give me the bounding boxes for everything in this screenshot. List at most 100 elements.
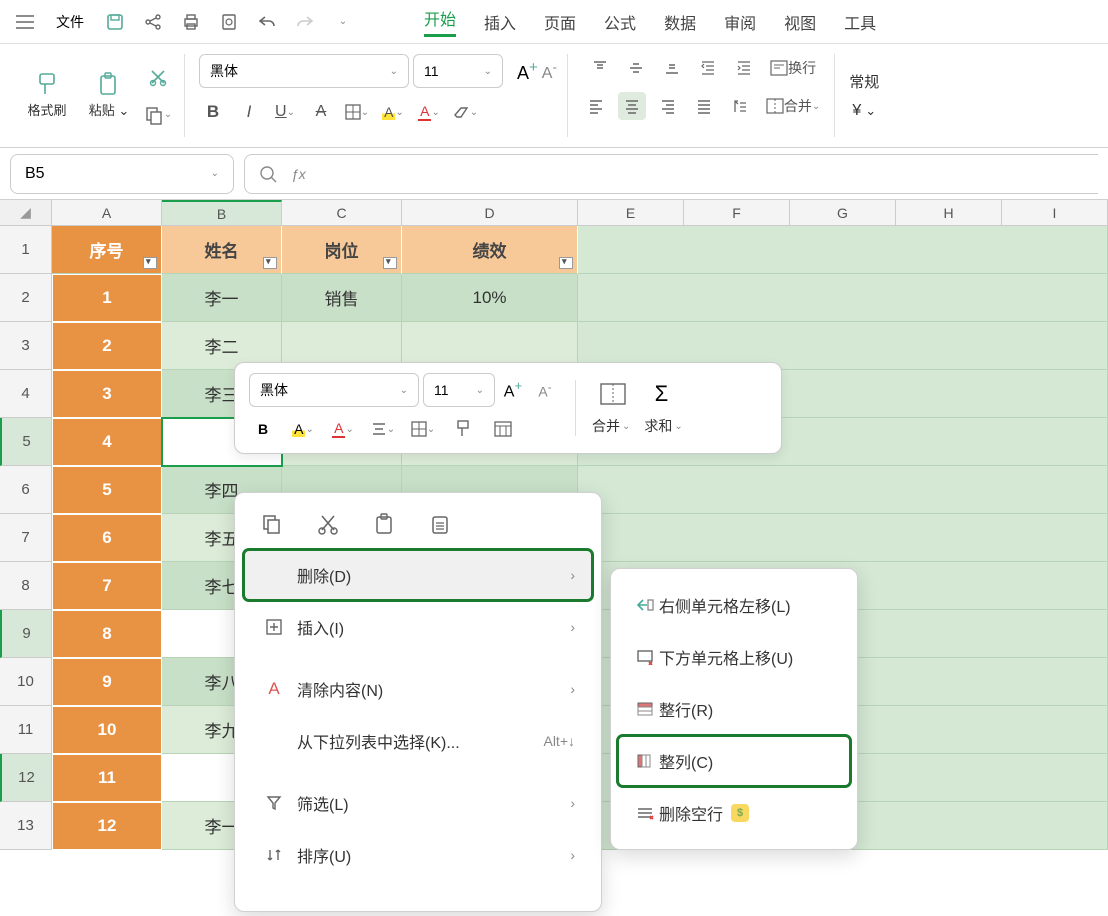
mini-border-icon[interactable]: ⌄ — [409, 415, 437, 443]
cell-A12[interactable]: 11 — [52, 754, 162, 802]
row-header-8[interactable]: 8 — [0, 562, 52, 610]
save-icon[interactable] — [98, 5, 132, 39]
col-header-B[interactable]: B — [162, 200, 282, 226]
filter-button-icon[interactable] — [559, 257, 573, 269]
eraser-icon[interactable]: ⌄ — [451, 98, 479, 126]
sub-shift-left[interactable]: 右侧单元格左移(L) — [617, 579, 851, 631]
mini-merge-icon[interactable] — [599, 380, 627, 408]
cell-A4[interactable]: 3 — [52, 370, 162, 418]
cell-empty[interactable] — [578, 226, 1108, 274]
mini-bold-icon[interactable]: B — [249, 415, 277, 443]
zoom-icon[interactable] — [259, 165, 277, 183]
ctx-paste-special-icon[interactable] — [425, 509, 455, 539]
mini-increase-font-icon[interactable]: A+ — [499, 376, 527, 404]
cell-C2[interactable]: 销售 — [282, 274, 402, 322]
print-icon[interactable] — [174, 5, 208, 39]
row-header-4[interactable]: 4 — [0, 370, 52, 418]
wrap-text-button[interactable]: 换行 — [766, 54, 820, 82]
strikethrough-icon[interactable]: A — [307, 98, 335, 126]
row-header-2[interactable]: 2 — [0, 274, 52, 322]
row-header-12[interactable]: 12 — [0, 754, 52, 802]
cell-A11[interactable]: 10 — [52, 706, 162, 754]
ctx-filter[interactable]: 筛选(L) › — [243, 777, 593, 829]
cell-A7[interactable]: 6 — [52, 514, 162, 562]
row-header-5[interactable]: 5 — [0, 418, 52, 466]
ctx-delete[interactable]: 删除(D) › — [243, 549, 593, 601]
align-center-icon[interactable] — [618, 92, 646, 120]
cell-A13[interactable]: 12 — [52, 802, 162, 850]
cell-B1[interactable]: 姓名 — [162, 226, 282, 274]
mini-merge-button[interactable]: 合并⌄ — [592, 416, 630, 436]
tab-start[interactable]: 开始 — [424, 6, 456, 37]
filter-button-icon[interactable] — [383, 257, 397, 269]
cell-A2[interactable]: 1 — [52, 274, 162, 322]
ctx-cut-icon[interactable] — [313, 509, 343, 539]
col-header-G[interactable]: G — [790, 200, 896, 226]
font-size-select[interactable]: 11⌄ — [413, 54, 503, 88]
mini-autosum-icon[interactable]: Σ — [647, 380, 675, 408]
decrease-indent-icon[interactable] — [694, 54, 722, 82]
cell-A3[interactable]: 2 — [52, 322, 162, 370]
increase-indent-icon[interactable] — [730, 54, 758, 82]
col-header-A[interactable]: A — [52, 200, 162, 226]
row-header-1[interactable]: 1 — [0, 226, 52, 274]
number-format-button[interactable]: 常规 ¥ ⌄ — [849, 60, 879, 132]
more-dropdown[interactable]: ⌄ — [326, 5, 360, 39]
align-justify-icon[interactable] — [690, 92, 718, 120]
copy-icon[interactable]: ⌄ — [142, 99, 174, 131]
increase-font-icon[interactable]: A+ — [517, 59, 538, 84]
row-header-10[interactable]: 10 — [0, 658, 52, 706]
paste-button[interactable]: 粘贴 ⌄ — [80, 60, 138, 132]
cell-A10[interactable]: 9 — [52, 658, 162, 706]
ctx-copy-icon[interactable] — [257, 509, 287, 539]
file-menu[interactable]: 文件 — [46, 5, 94, 39]
merge-cells-button[interactable]: 合并 ⌄ — [762, 92, 824, 120]
tab-page[interactable]: 页面 — [544, 10, 576, 34]
mini-font-color-icon[interactable]: A⌄ — [329, 415, 357, 443]
ctx-sort[interactable]: 排序(U) › — [243, 829, 593, 881]
cut-icon[interactable] — [142, 61, 174, 93]
row-header-3[interactable]: 3 — [0, 322, 52, 370]
ctx-dropdown-select[interactable]: 从下拉列表中选择(K)... Alt+↓ — [243, 715, 593, 767]
filter-button-icon[interactable] — [143, 257, 157, 269]
cell-A6[interactable]: 5 — [52, 466, 162, 514]
formula-input[interactable]: ƒx — [244, 154, 1098, 194]
share-icon[interactable] — [136, 5, 170, 39]
align-top-icon[interactable] — [586, 54, 614, 82]
border-icon[interactable]: ⌄ — [343, 98, 371, 126]
fill-color-icon[interactable]: A ⌄ — [379, 98, 407, 126]
col-header-D[interactable]: D — [402, 200, 578, 226]
cell-A1[interactable]: 序号 — [52, 226, 162, 274]
filter-button-icon[interactable] — [263, 257, 277, 269]
col-header-I[interactable]: I — [1002, 200, 1108, 226]
cell-reference-box[interactable]: B5 ⌄ — [10, 154, 234, 194]
mini-font-name[interactable]: 黑体⌄ — [249, 373, 419, 407]
hamburger-icon[interactable] — [8, 5, 42, 39]
align-bottom-icon[interactable] — [658, 54, 686, 82]
align-left-icon[interactable] — [582, 92, 610, 120]
cell-empty[interactable] — [578, 514, 1108, 562]
cell-C1[interactable]: 岗位 — [282, 226, 402, 274]
row-header-11[interactable]: 11 — [0, 706, 52, 754]
redo-icon[interactable] — [288, 5, 322, 39]
cell-B2[interactable]: 李一 — [162, 274, 282, 322]
italic-icon[interactable]: I — [235, 98, 263, 126]
undo-icon[interactable] — [250, 5, 284, 39]
cell-A5[interactable]: 4 — [52, 418, 162, 466]
font-name-select[interactable]: 黑体⌄ — [199, 54, 409, 88]
tab-formula[interactable]: 公式 — [604, 10, 636, 34]
cell-D1[interactable]: 绩效 — [402, 226, 578, 274]
cell-D2[interactable]: 10% — [402, 274, 578, 322]
underline-icon[interactable]: U ⌄ — [271, 98, 299, 126]
select-all-corner[interactable]: ◢ — [0, 200, 52, 226]
align-middle-icon[interactable] — [622, 54, 650, 82]
sub-entire-column[interactable]: 整列(C) — [617, 735, 851, 787]
col-header-C[interactable]: C — [282, 200, 402, 226]
tab-review[interactable]: 审阅 — [724, 10, 756, 34]
cell-empty[interactable] — [578, 466, 1108, 514]
tab-tools[interactable]: 工具 — [844, 10, 876, 34]
preview-icon[interactable] — [212, 5, 246, 39]
mini-format-painter-icon[interactable] — [449, 415, 477, 443]
cell-A8[interactable]: 7 — [52, 562, 162, 610]
mini-decrease-font-icon[interactable]: A- — [531, 376, 559, 404]
